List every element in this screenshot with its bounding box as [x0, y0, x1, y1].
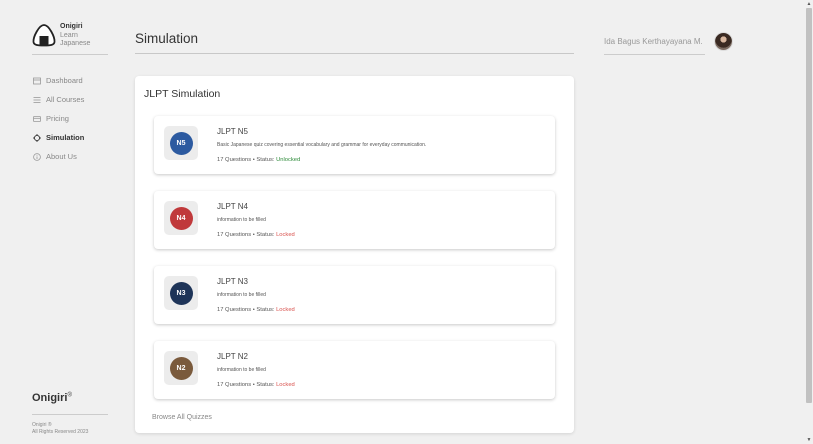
registered-mark: ® — [67, 392, 72, 399]
sidebar-item-label: Dashboard — [46, 76, 83, 85]
simulation-icon — [32, 133, 41, 142]
user-divider — [604, 54, 705, 55]
quiz-card-n3[interactable]: N3 JLPT N3 information to be filled 17 Q… — [154, 266, 555, 324]
quiz-card-n2[interactable]: N2 JLPT N2 information to be filled 17 Q… — [154, 341, 555, 399]
status-text: Locked — [276, 382, 295, 388]
badge-box: N5 — [164, 126, 198, 160]
list-icon — [32, 95, 41, 104]
page-title: Simulation — [135, 31, 199, 46]
card-icon — [32, 114, 41, 123]
sidebar-item-label: About Us — [46, 152, 77, 161]
card-description: Basic Japanese quiz covering essential v… — [217, 142, 427, 148]
card-meta: 17 Questions • Status: Unlocked — [217, 157, 300, 163]
level-badge: N2 — [169, 356, 193, 380]
badge-box: N4 — [164, 201, 198, 235]
question-count: 17 Questions • Status: — [217, 307, 277, 313]
brand-line3: Japanese — [60, 40, 91, 47]
panel-title: JLPT Simulation — [144, 88, 221, 100]
quiz-card-n5[interactable]: N5 JLPT N5 Basic Japanese quiz covering … — [154, 116, 555, 174]
card-meta: 17 Questions • Status: Locked — [217, 232, 295, 238]
status-text: Unlocked — [276, 157, 301, 163]
jlpt-simulation-panel: JLPT Simulation N5 JLPT N5 Basic Japanes… — [135, 76, 574, 433]
brand-name: Onigiri — [60, 23, 83, 30]
sidebar-item-dashboard[interactable]: Dashboard — [32, 71, 84, 90]
dashboard-icon — [32, 76, 41, 85]
title-divider — [135, 53, 574, 54]
sidebar-nav: Dashboard All Courses Pricing Simulation… — [32, 71, 84, 166]
footer-copy-line2: All Rights Reserved 2023 — [32, 428, 89, 435]
badge-box: N3 — [164, 276, 198, 310]
level-badge: N4 — [169, 206, 193, 230]
card-description: information to be filled — [217, 367, 266, 373]
level-badge: N5 — [169, 131, 193, 155]
sidebar-item-pricing[interactable]: Pricing — [32, 109, 84, 128]
level-badge: N3 — [169, 281, 193, 305]
sidebar-item-label: Pricing — [46, 114, 69, 123]
sidebar-item-label: All Courses — [46, 95, 85, 104]
card-title: JLPT N5 — [217, 127, 248, 136]
sidebar-item-simulation[interactable]: Simulation — [32, 128, 84, 147]
sidebar-item-all-courses[interactable]: All Courses — [32, 90, 84, 109]
card-meta: 17 Questions • Status: Locked — [217, 307, 295, 313]
scroll-up-arrow-icon[interactable]: ▲ — [805, 0, 813, 8]
card-title: JLPT N2 — [217, 352, 248, 361]
question-count: 17 Questions • Status: — [217, 382, 277, 388]
question-count: 17 Questions • Status: — [217, 232, 277, 238]
avatar[interactable] — [714, 32, 733, 51]
question-count: 17 Questions • Status: — [217, 157, 277, 163]
footer-brand-name: Onigiri — [32, 392, 68, 404]
onigiri-logo-icon — [32, 24, 56, 47]
card-title: JLPT N4 — [217, 202, 248, 211]
quiz-card-n4[interactable]: N4 JLPT N4 information to be filled 17 Q… — [154, 191, 555, 249]
card-description: information to be filled — [217, 217, 266, 223]
footer-divider — [32, 414, 108, 415]
scrollbar-thumb[interactable] — [806, 8, 812, 403]
scroll-down-arrow-icon[interactable]: ▼ — [805, 436, 813, 444]
card-title: JLPT N3 — [217, 277, 248, 286]
card-description: information to be filled — [217, 292, 266, 298]
sidebar: Onigiri Learn Japanese Dashboard All Cou… — [0, 0, 120, 444]
badge-box: N2 — [164, 351, 198, 385]
brand-line2: Learn — [60, 31, 78, 39]
card-meta: 17 Questions • Status: Locked — [217, 382, 295, 388]
info-icon — [32, 152, 41, 161]
footer-copyright: Onigiri ® All Rights Reserved 2023 — [32, 422, 88, 435]
sidebar-item-label: Simulation — [46, 133, 85, 142]
footer-brand: Onigiri® — [32, 392, 72, 404]
brand-divider — [32, 54, 108, 55]
sidebar-item-about-us[interactable]: About Us — [32, 147, 84, 166]
status-text: Locked — [276, 232, 295, 238]
scrollbar[interactable]: ▲ ▼ — [805, 0, 813, 444]
user-name[interactable]: Ida Bagus Kerthayayana M. — [604, 37, 703, 46]
status-text: Locked — [276, 307, 295, 313]
browse-all-quizzes-link[interactable]: Browse All Quizzes — [152, 414, 212, 421]
brand[interactable]: Onigiri Learn Japanese — [32, 23, 90, 49]
